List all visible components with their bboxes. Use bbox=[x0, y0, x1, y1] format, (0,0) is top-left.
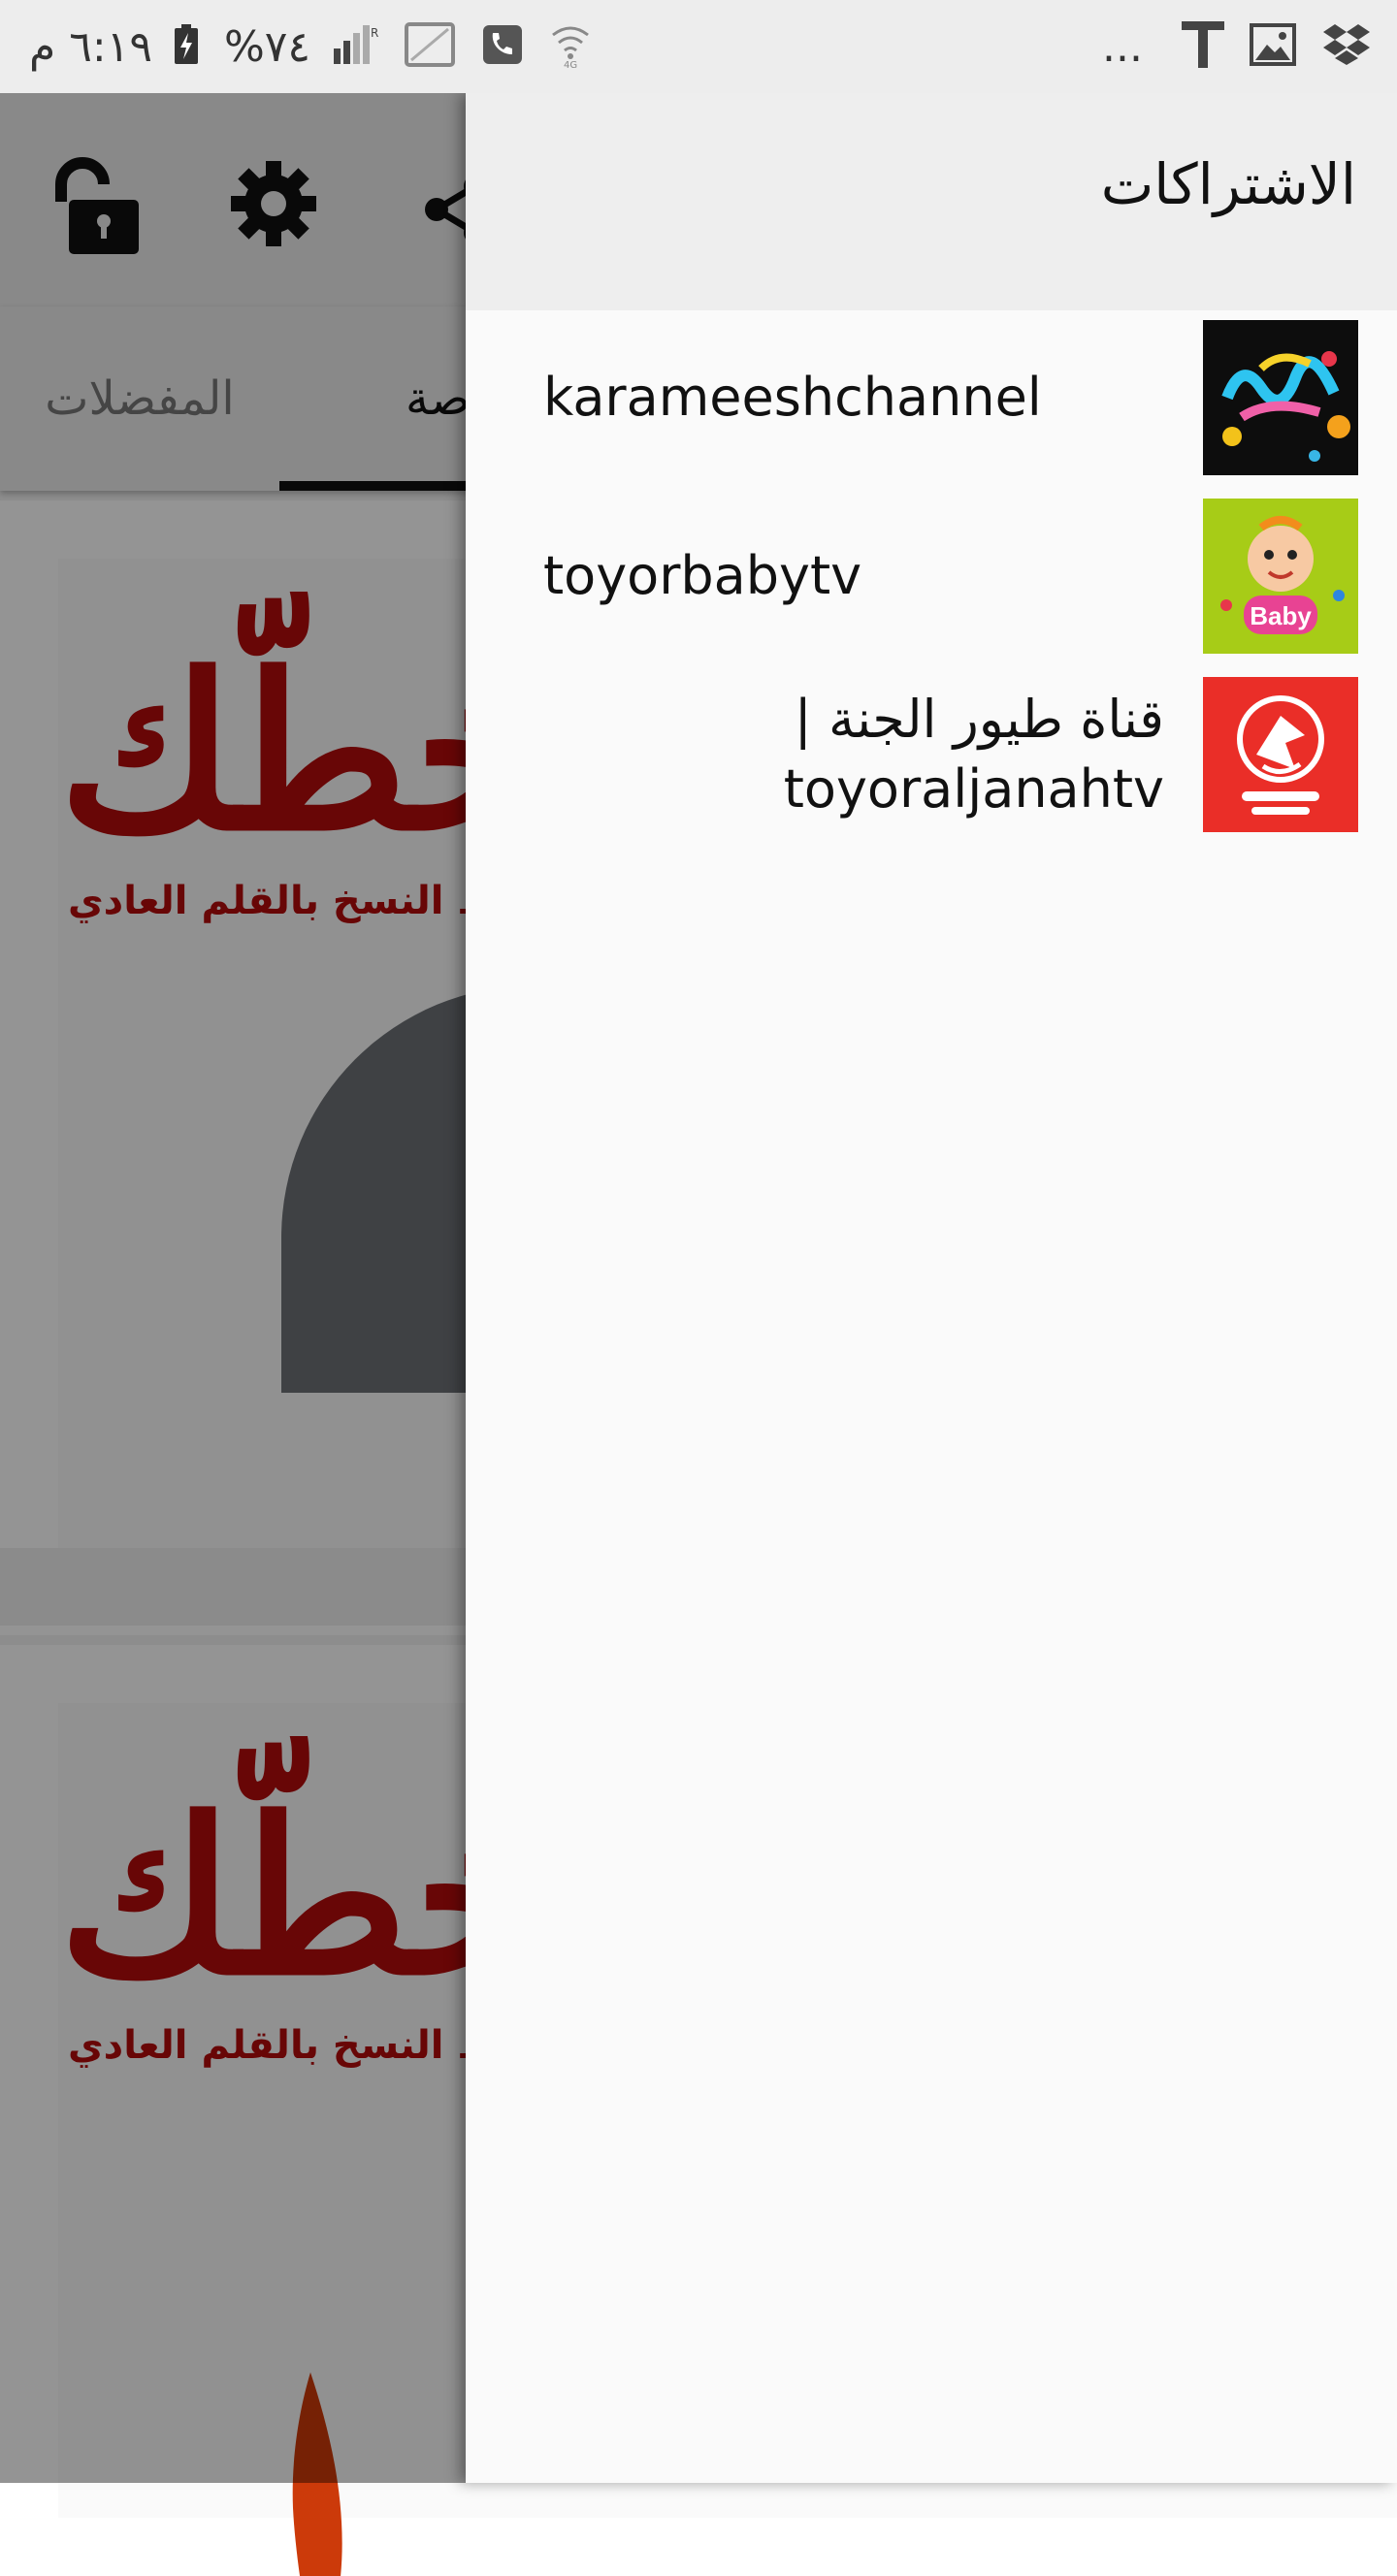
drawer-title: الاشتراكات bbox=[1100, 151, 1356, 217]
svg-text:R: R bbox=[371, 26, 378, 40]
svg-text:4G: 4G bbox=[564, 60, 577, 68]
signal-icon: R bbox=[332, 23, 378, 70]
subscription-name: قناة طيور الجنة | toyoraljanahtv bbox=[783, 689, 1164, 820]
call-icon bbox=[481, 23, 524, 70]
subscriptions-drawer: الاشتراكات karameeshchannel toyorbabytv bbox=[466, 93, 1397, 2483]
image-icon bbox=[1250, 23, 1296, 70]
battery-percent: %٧٤ bbox=[223, 21, 311, 72]
dropbox-icon bbox=[1321, 22, 1372, 71]
subscription-item[interactable]: karameeshchannel bbox=[466, 310, 1397, 485]
wifi-icon: 4G bbox=[549, 21, 592, 72]
subscription-name: toyorbabytv bbox=[543, 545, 862, 606]
drawer-header: الاشتراكات bbox=[466, 93, 1397, 310]
sim-icon bbox=[404, 21, 456, 72]
channel-avatar bbox=[1203, 677, 1358, 832]
channel-avatar bbox=[1203, 320, 1358, 475]
subscription-name: karameeshchannel bbox=[543, 367, 1042, 428]
text-icon bbox=[1182, 19, 1224, 74]
status-time: ٦:١٩ م bbox=[29, 21, 152, 72]
charging-icon bbox=[174, 24, 199, 69]
subscription-item[interactable]: toyorbabytv Baby bbox=[466, 489, 1397, 663]
overflow-dots: ... bbox=[1102, 21, 1143, 72]
svg-text:Baby: Baby bbox=[1250, 601, 1312, 630]
subscription-item[interactable]: قناة طيور الجنة | toyoraljanahtv bbox=[466, 667, 1397, 842]
status-bar: ٦:١٩ م %٧٤ R 4G ... bbox=[0, 0, 1397, 93]
channel-avatar: Baby bbox=[1203, 499, 1358, 654]
